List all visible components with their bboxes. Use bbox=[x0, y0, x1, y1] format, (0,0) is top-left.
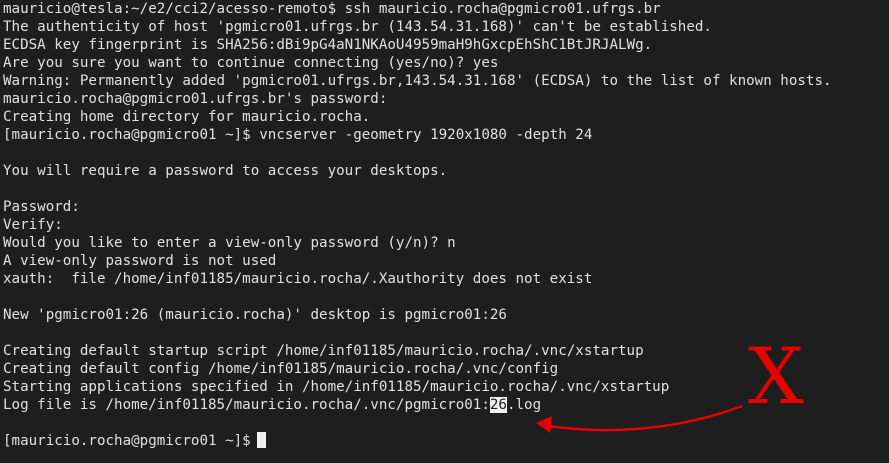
logfile-prefix: Log file is /home/inf01185/mauricio.roch… bbox=[3, 397, 490, 413]
output-line: You will require a password to access yo… bbox=[3, 163, 448, 179]
output-line: mauricio@tesla:~/e2/cci2/acesso-remoto$ … bbox=[3, 1, 661, 17]
shell-prompt: [mauricio.rocha@pgmicro01 ~]$ bbox=[3, 433, 251, 449]
output-line: Would you like to enter a view-only pass… bbox=[3, 235, 456, 251]
output-line: Warning: Permanently added 'pgmicro01.uf… bbox=[3, 73, 832, 89]
prompt-line[interactable]: [mauricio.rocha@pgmicro01 ~]$ bbox=[3, 432, 889, 450]
output-line: Verify: bbox=[3, 217, 63, 233]
display-number-highlight: 26 bbox=[489, 397, 507, 413]
logfile-suffix: .log bbox=[506, 397, 542, 413]
output-line: [mauricio.rocha@pgmicro01 ~]$ vncserver … bbox=[3, 127, 593, 143]
text-cursor bbox=[256, 432, 266, 448]
output-line: mauricio.rocha@pgmicro01.ufrgs.br's pass… bbox=[3, 91, 388, 107]
output-line: xauth: file /home/inf01185/mauricio.roch… bbox=[3, 271, 593, 287]
output-line: Are you sure you want to continue connec… bbox=[3, 55, 499, 71]
output-line: ECDSA key fingerprint is SHA256:dBi9pG4a… bbox=[3, 37, 653, 53]
output-line: A view-only password is not used bbox=[3, 253, 277, 269]
red-x-mark: X bbox=[748, 332, 804, 422]
output-line: Password: bbox=[3, 199, 80, 215]
output-line: The authenticity of host 'pgmicro01.ufrg… bbox=[3, 19, 712, 35]
output-line: New 'pgmicro01:26 (mauricio.rocha)' desk… bbox=[3, 307, 507, 323]
output-line: Creating home directory for mauricio.roc… bbox=[3, 109, 371, 125]
